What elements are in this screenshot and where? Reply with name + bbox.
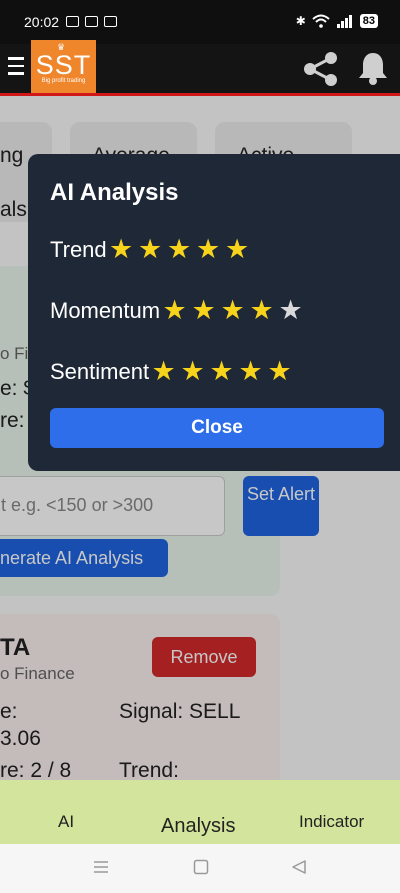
app-icon [85,16,98,27]
battery-indicator: 83 [359,14,378,28]
ai-analysis-modal: AI Analysis Trend ★ ★ ★ ★ ★ Momentum ★ ★… [28,154,400,471]
wifi-icon [312,14,330,28]
star-icon: ★ [267,356,292,386]
nav-item-analysis[interactable]: Analysis [161,815,235,838]
star-icon: ★ [180,356,205,386]
bottom-nav: AI Analysis Indicator [0,780,400,844]
menu-icon[interactable] [8,57,24,77]
star-icon: ★ [209,356,234,386]
signal-icon [336,15,352,28]
status-time: 20:02 [24,14,60,30]
youtube-icon [66,16,79,27]
crown-icon: ♛ [57,42,66,52]
status-bar: 20:02 ✱ 83 [0,0,400,44]
star-rating: ★ ★ ★ ★ ★ [149,358,294,385]
close-button[interactable]: Close [50,408,384,448]
system-nav-bar [0,844,400,893]
calendar-icon [104,16,117,27]
logo-text: SST [35,50,92,80]
star-icon: ★ [191,295,216,325]
rating-label: Trend [50,236,107,262]
star-icon: ★ [109,234,134,264]
bluetooth-icon: ✱ [295,14,306,28]
rating-row-trend: Trend ★ ★ ★ ★ ★ [50,236,252,263]
app-logo: ♛ SST Big profit trading [31,40,96,93]
home-icon[interactable] [193,859,209,875]
rating-row-momentum: Momentum ★ ★ ★ ★ ★ [50,297,305,324]
system-icons: ✱ 83 [296,14,378,28]
app-header: ♛ SST Big profit trading [0,40,400,96]
rating-row-sentiment: Sentiment ★ ★ ★ ★ ★ [50,358,294,385]
notification-icons [66,16,117,27]
rating-label: Momentum [50,297,161,323]
star-icon: ★ [249,295,274,325]
share-icon[interactable] [302,50,340,88]
recents-icon[interactable] [93,859,109,875]
nav-item-ai[interactable]: AI [58,812,74,832]
star-icon: ★ [225,234,250,264]
star-icon: ★ [238,356,263,386]
rating-label: Sentiment [50,358,150,384]
star-icon: ★ [151,356,176,386]
star-rating: ★ ★ ★ ★ ★ [160,297,305,324]
nav-item-indicator[interactable]: Indicator [299,812,364,832]
star-icon: ★ [220,295,245,325]
star-icon: ★ [167,234,192,264]
star-icon: ★ [196,234,221,264]
star-empty-icon: ★ [278,295,303,325]
modal-title: AI Analysis [50,179,179,206]
star-icon: ★ [138,234,163,264]
bell-icon[interactable] [357,50,389,86]
star-rating: ★ ★ ★ ★ ★ [107,236,252,263]
star-icon: ★ [162,295,187,325]
back-icon[interactable] [291,859,307,875]
